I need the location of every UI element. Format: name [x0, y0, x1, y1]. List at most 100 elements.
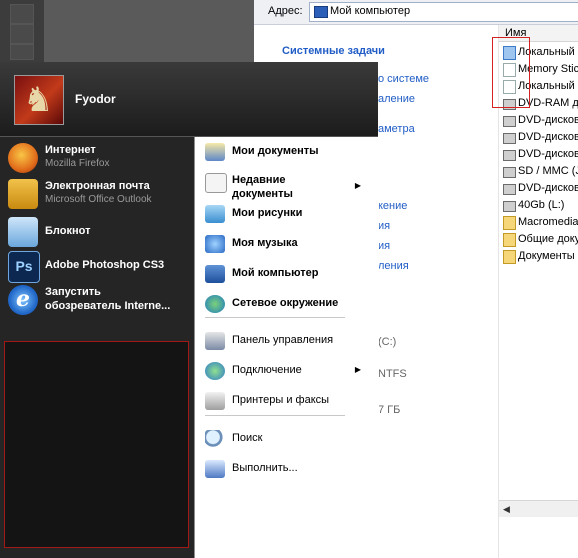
address-field[interactable]: Мой компьютер	[309, 2, 578, 22]
submenu-arrow-icon: ▶	[354, 181, 361, 190]
program-subtitle: Mozilla Firefox	[45, 158, 110, 169]
search-icon	[205, 430, 225, 448]
place-item-connect[interactable]: Подключение ▶	[195, 358, 379, 384]
place-label: Выполнить...	[232, 462, 298, 474]
place-label: Подключение	[232, 364, 302, 376]
place-item-my-music[interactable]: Моя музыка	[195, 231, 379, 257]
pinned-program-item[interactable]: Интернет Mozilla Firefox	[0, 141, 194, 175]
place-item-network[interactable]: Сетевое окружение	[195, 291, 379, 317]
file-name: Документы	[518, 250, 575, 262]
task-link[interactable]: ия	[378, 220, 390, 232]
my-documents-icon	[205, 143, 225, 161]
file-list-item[interactable]: Документы	[503, 248, 578, 265]
folder-icon	[503, 216, 516, 230]
pinned-program-item[interactable]: Ps Adobe Photoshop CS3	[0, 249, 194, 283]
photoshop-toolbar	[0, 0, 44, 62]
my-music-icon	[205, 235, 225, 253]
file-name: DVD-дисков	[518, 114, 578, 126]
user-name: Fyodor	[75, 92, 116, 106]
address-bar: Адрес: Мой компьютер	[254, 0, 578, 25]
place-label: Поиск	[232, 432, 263, 444]
place-item-recent-documents[interactable]: Недавние документы ▶	[195, 169, 379, 203]
drive-detail: NTFS	[378, 368, 407, 380]
recent-documents-icon	[205, 173, 227, 193]
drive-detail: (C:)	[378, 336, 397, 348]
place-label: Мои документы	[232, 145, 319, 157]
chess-pieces-icon: ♞	[23, 81, 54, 119]
printers-icon	[205, 392, 225, 410]
place-label: Недавние	[232, 174, 286, 186]
file-list-item[interactable]: Macromedia	[503, 214, 578, 231]
drive-icon	[503, 184, 516, 195]
file-list-item[interactable]: DVD-дисков	[503, 112, 578, 129]
internet-explorer-icon: e	[8, 285, 38, 315]
program-title: Запустить	[45, 286, 101, 298]
my-computer-icon	[205, 265, 225, 283]
task-link[interactable]: о системе	[378, 73, 429, 85]
marquee-tool-icon[interactable]	[10, 4, 34, 24]
pinned-program-item[interactable]: e Запустить обозреватель Interne...	[0, 283, 194, 317]
control-panel-icon	[205, 332, 225, 350]
task-link[interactable]: ия	[378, 240, 390, 252]
place-label: Мой компьютер	[232, 267, 319, 279]
my-pictures-icon	[205, 205, 225, 223]
file-name: 40Gb (L:)	[518, 199, 565, 211]
recent-programs-area	[4, 341, 189, 548]
drive-icon	[503, 167, 516, 178]
places-column: Мои документы Недавние документы ▶ Мои рисун…	[194, 137, 379, 558]
drive-icon	[503, 116, 516, 127]
network-icon	[205, 295, 225, 313]
address-value: Мой компьютер	[330, 5, 411, 17]
file-list-item[interactable]: DVD-дисков	[503, 129, 578, 146]
pinned-programs: Интернет Mozilla Firefox Электронная почта…	[0, 137, 194, 558]
file-list-item[interactable]: 40Gb (L:)	[503, 197, 578, 214]
place-item-my-computer[interactable]: Мой компьютер	[195, 261, 379, 287]
task-link[interactable]: аметра	[378, 123, 415, 135]
file-name: SD / MMC (J	[518, 165, 578, 177]
pinned-program-item[interactable]: Электронная почта Microsoft Office Outloo…	[0, 177, 194, 211]
firefox-icon	[8, 143, 38, 173]
file-list-item[interactable]: SD / MMC (J	[503, 163, 578, 180]
task-link[interactable]: ления	[378, 260, 409, 272]
drive-icon	[503, 133, 516, 144]
file-name: Общие доку	[518, 233, 578, 245]
place-item-my-pictures[interactable]: Мои рисунки	[195, 201, 379, 227]
notepad-icon	[8, 217, 38, 247]
scroll-left-arrow-icon[interactable]: ◀	[503, 504, 510, 515]
place-item-control-panel[interactable]: Панель управления	[195, 328, 379, 354]
file-list-item[interactable]: Общие доку	[503, 231, 578, 248]
file-name: DVD-дисков	[518, 148, 578, 160]
program-subtitle: Microsoft Office Outlook	[45, 194, 152, 205]
menu-separator	[205, 317, 345, 318]
place-item-my-documents[interactable]: Мои документы	[195, 139, 379, 165]
my-computer-icon	[314, 6, 328, 18]
place-item-printers[interactable]: Принтеры и факсы	[195, 388, 379, 414]
task-link[interactable]: кение	[378, 200, 407, 212]
file-name: DVD-дисков	[518, 131, 578, 143]
user-avatar[interactable]: ♞	[14, 75, 64, 125]
run-icon	[205, 460, 225, 478]
drive-icon	[503, 150, 516, 161]
horizontal-scrollbar[interactable]: ◀	[499, 500, 578, 517]
submenu-arrow-icon: ▶	[354, 365, 361, 374]
program-title: Блокнот	[45, 225, 91, 237]
place-label-line2: документы	[232, 188, 293, 200]
program-title: Интернет	[45, 144, 96, 156]
task-link[interactable]: аление	[378, 93, 415, 105]
pinned-program-item[interactable]: Блокнот	[0, 215, 194, 249]
lasso-tool-icon[interactable]	[10, 24, 34, 44]
highlight-frame	[492, 37, 530, 108]
magic-wand-tool-icon[interactable]	[10, 44, 34, 60]
drive-detail: 7 ГБ	[378, 404, 401, 416]
place-label: Сетевое окружение	[232, 297, 339, 309]
start-menu: ♞ Fyodor Интернет Mozilla Firefox Электрон…	[0, 62, 379, 558]
user-header: ♞ Fyodor	[0, 62, 378, 137]
place-item-run[interactable]: Выполнить...	[195, 456, 379, 482]
connect-icon	[205, 362, 225, 380]
place-item-search[interactable]: Поиск	[195, 426, 379, 452]
folder-icon	[503, 233, 516, 247]
file-list-item[interactable]: DVD-дисков	[503, 146, 578, 163]
photoshop-icon: Ps	[8, 251, 40, 283]
file-list-item[interactable]: DVD-дисков	[503, 180, 578, 197]
program-title-line2: обозреватель Interne...	[45, 300, 171, 312]
